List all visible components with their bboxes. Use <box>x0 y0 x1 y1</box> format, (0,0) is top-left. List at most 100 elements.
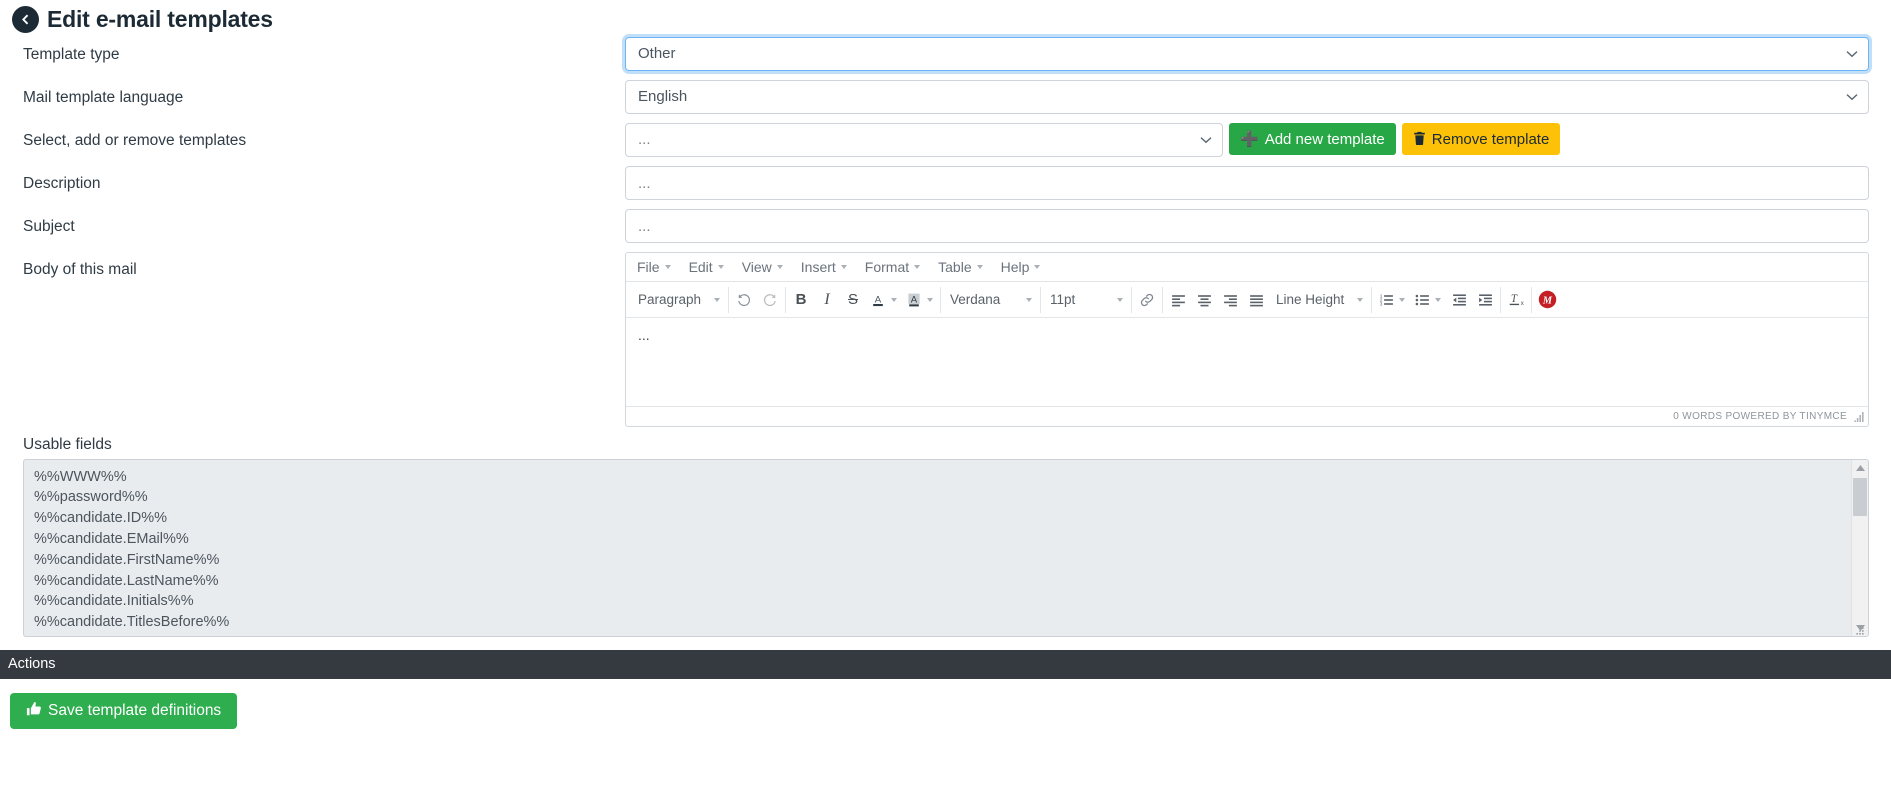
trash-icon <box>1413 131 1426 148</box>
row-usable-fields: Usable fields <box>0 436 1891 455</box>
list-item[interactable]: %%candidate.LastName%% <box>34 571 1851 592</box>
editor-word-count: 0 WORDS POWERED BY TINYMCE <box>1673 411 1847 422</box>
bullet-list-caret-icon[interactable] <box>1434 297 1446 302</box>
undo-icon[interactable] <box>731 287 757 313</box>
outdent-icon[interactable] <box>1446 287 1472 313</box>
list-item[interactable]: %%candidate.EMail%% <box>34 529 1851 550</box>
background-color-icon[interactable]: A <box>902 287 926 313</box>
editor-content-area[interactable]: ... <box>626 318 1868 406</box>
caret-down-icon <box>717 265 724 269</box>
toolbar-group-align: Line Height <box>1163 286 1372 313</box>
template-select[interactable]: ... <box>625 123 1223 157</box>
italic-button[interactable]: I <box>814 287 840 313</box>
svg-text:x: x <box>1520 301 1523 307</box>
mailmerge-m-icon[interactable]: M <box>1534 287 1560 313</box>
caret-down-icon <box>1034 265 1041 269</box>
menu-insert[interactable]: Insert <box>792 256 856 278</box>
scroll-up-arrow-icon[interactable] <box>1852 459 1868 477</box>
menu-file[interactable]: File <box>628 256 680 278</box>
description-input[interactable] <box>625 166 1869 200</box>
resize-handle-icon[interactable] <box>1854 411 1864 422</box>
list-item[interactable]: %%password%% <box>34 487 1851 508</box>
menu-file-label: File <box>637 259 660 275</box>
menu-edit[interactable]: Edit <box>680 256 733 278</box>
add-new-template-label: Add new template <box>1264 130 1385 148</box>
list-item[interactable]: %%candidate.ID%% <box>34 508 1851 529</box>
form-area: Template type Other Mail template langua… <box>0 37 1891 427</box>
subject-input[interactable] <box>625 209 1869 243</box>
list-item[interactable]: %%WWW%% <box>34 467 1851 488</box>
arrow-left-circle-icon[interactable] <box>12 6 39 33</box>
menu-help[interactable]: Help <box>992 256 1050 278</box>
redo-icon[interactable] <box>757 287 783 313</box>
template-type-select-wrap[interactable]: Other <box>625 37 1869 71</box>
align-center-icon[interactable] <box>1191 287 1217 313</box>
tinymce-editor: File Edit View Insert Format Table Help … <box>625 252 1869 427</box>
plus-icon: ➕ <box>1240 130 1259 148</box>
link-icon[interactable] <box>1134 287 1160 313</box>
row-template-type: Template type Other <box>0 37 1869 71</box>
background-color-caret-icon[interactable] <box>926 297 938 302</box>
align-right-icon[interactable] <box>1217 287 1243 313</box>
svg-text:A: A <box>875 294 882 305</box>
template-select-wrap[interactable]: ... <box>625 123 1223 157</box>
caret-down-icon <box>840 265 847 269</box>
text-color-caret-icon[interactable] <box>890 297 902 302</box>
add-new-template-button[interactable]: ➕ Add new template <box>1229 123 1396 155</box>
row-description: Description <box>0 166 1869 200</box>
numbered-list-icon[interactable]: 123 <box>1374 287 1398 313</box>
save-template-definitions-label: Save template definitions <box>48 701 222 719</box>
row-body-of-mail: Body of this mail File Edit View Insert … <box>0 252 1869 427</box>
remove-template-label: Remove template <box>1431 130 1550 148</box>
list-item[interactable]: %%candidate.FirstName%% <box>34 550 1851 571</box>
resize-handle-icon[interactable] <box>1854 622 1866 635</box>
menu-table[interactable]: Table <box>929 256 991 278</box>
scrollbar-thumb[interactable] <box>1853 477 1867 516</box>
mail-template-language-select[interactable]: English <box>625 80 1869 114</box>
list-item[interactable]: %%candidate.TitlesBefore%% <box>34 612 1851 633</box>
menu-format[interactable]: Format <box>856 256 929 278</box>
indent-icon[interactable] <box>1472 287 1498 313</box>
remove-formatting-icon[interactable]: Tx <box>1503 287 1529 313</box>
list-item[interactable]: %%candidate.Initials%% <box>34 591 1851 612</box>
mail-template-language-select-wrap[interactable]: English <box>625 80 1869 114</box>
save-template-definitions-button[interactable]: Save template definitions <box>10 692 238 729</box>
toolbar-group-fontfamily: Verdana <box>941 286 1041 313</box>
thumbs-up-icon <box>26 701 42 721</box>
label-usable-fields: Usable fields <box>23 436 112 453</box>
caret-down-icon <box>1117 297 1123 302</box>
menu-view[interactable]: View <box>733 256 792 278</box>
caret-down-icon <box>664 265 671 269</box>
actions-bar: Actions <box>0 649 1891 679</box>
font-family-select[interactable]: Verdana <box>943 287 1038 313</box>
template-type-select[interactable]: Other <box>625 37 1869 71</box>
line-height-label: Line Height <box>1276 292 1345 307</box>
numbered-list-caret-icon[interactable] <box>1398 297 1410 302</box>
strikethrough-button[interactable]: S <box>840 287 866 313</box>
font-size-select[interactable]: 11pt <box>1043 287 1129 313</box>
block-format-select[interactable]: Paragraph <box>631 287 726 313</box>
editor-status-bar: 0 WORDS POWERED BY TINYMCE <box>626 406 1868 426</box>
label-select-templates: Select, add or remove templates <box>23 132 247 149</box>
remove-template-button[interactable]: Remove template <box>1401 123 1561 155</box>
bullet-list-icon[interactable] <box>1410 287 1434 313</box>
usable-fields-box[interactable]: %%WWW%% %%password%% %%candidate.ID%% %%… <box>23 458 1869 637</box>
editor-menubar: File Edit View Insert Format Table Help <box>626 253 1868 282</box>
row-mail-template-language: Mail template language English <box>0 80 1869 114</box>
bold-button[interactable]: B <box>788 287 814 313</box>
text-color-icon[interactable]: A <box>866 287 890 313</box>
toolbar-group-history <box>729 286 786 313</box>
row-select-templates: Select, add or remove templates ... ➕ Ad… <box>0 123 1869 157</box>
usable-fields-scrollbar[interactable] <box>1851 459 1868 636</box>
usable-fields-list[interactable]: %%WWW%% %%password%% %%candidate.ID%% %%… <box>24 460 1851 636</box>
row-subject: Subject <box>0 209 1869 243</box>
align-left-icon[interactable] <box>1165 287 1191 313</box>
line-height-select[interactable]: Line Height <box>1269 287 1369 313</box>
menu-format-label: Format <box>864 259 910 275</box>
block-format-label: Paragraph <box>638 292 702 307</box>
svg-text:M: M <box>1541 295 1552 306</box>
align-justify-icon[interactable] <box>1243 287 1269 313</box>
toolbar-group-clearformat: Tx <box>1501 286 1532 313</box>
font-size-label: 11pt <box>1050 292 1076 307</box>
label-subject: Subject <box>23 218 75 235</box>
